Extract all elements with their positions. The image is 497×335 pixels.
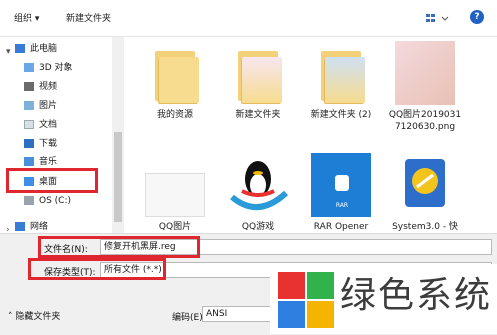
sidebar-item-videos[interactable]: 视频 [24, 79, 57, 95]
view-options-button[interactable] [424, 11, 452, 25]
chevron-down-icon: ▾ [6, 47, 11, 57]
sidebar-item-downloads[interactable]: 下载 [24, 136, 57, 152]
sidebar-item-label: 3D 对象 [39, 63, 73, 73]
file-item[interactable]: 新建文件夹 (2) [303, 41, 379, 141]
file-item[interactable]: QQ图片20190317120630.png [387, 41, 463, 141]
sidebar-item-label: OS (C:) [39, 196, 71, 206]
sidebar-item-documents[interactable]: 文档 [24, 117, 57, 133]
file-item[interactable]: QQ图片 [137, 153, 213, 233]
computer-icon [15, 44, 25, 53]
file-item[interactable]: QQ游戏 [220, 153, 296, 233]
chevron-up-icon: ˄ [8, 312, 13, 322]
watermark-text: 绿色系统 [340, 275, 493, 316]
highlight-filename [38, 236, 200, 258]
system-tool-icon [395, 153, 455, 217]
file-name: 我的资源 [156, 110, 193, 120]
sidebar-scrollbar[interactable] [112, 37, 124, 233]
file-list: 我的资源 新建文件夹 新建文件夹 (2) QQ图片20190317120630.… [125, 37, 497, 233]
file-name: QQ图片20190317120630.png [388, 110, 462, 132]
rar-opener-icon: RAR [311, 153, 371, 217]
sidebar-item-label: 图片 [39, 101, 58, 111]
navigation-pane: ▾ 此电脑 3D 对象 视频 图片 文档 下载 音乐 桌面 OS (C:) › 网络 [0, 37, 124, 235]
svg-text:RAR: RAR [336, 202, 348, 209]
image-thumbnail [145, 173, 205, 217]
folder-icon [145, 41, 205, 105]
music-icon [24, 157, 34, 166]
file-name: RAR Opener [313, 222, 369, 232]
picture-icon [24, 101, 34, 110]
file-item[interactable]: System3.0 - 快 [387, 153, 463, 233]
network-icon [15, 222, 25, 231]
sidebar-item-label: 音乐 [39, 157, 58, 167]
sidebar-item-label: 视频 [39, 82, 58, 92]
encoding-select[interactable]: ANSI [202, 306, 272, 322]
file-item[interactable]: 新建文件夹 [220, 41, 296, 141]
highlight-desktop [6, 168, 98, 193]
file-name: 新建文件夹 (2) [310, 110, 372, 120]
watermark: 绿色系统 [270, 264, 497, 334]
organize-button[interactable]: 组织 ▾ [14, 12, 39, 26]
file-name: 新建文件夹 [235, 110, 281, 120]
help-icon[interactable]: ? [470, 10, 484, 24]
sidebar-item-label: 此电脑 [30, 44, 58, 54]
cube-icon [24, 63, 34, 72]
encoding-label: 编码(E): [172, 313, 206, 323]
highlight-filetype [28, 258, 166, 280]
folder-icon [228, 41, 288, 105]
sidebar-item-label: 网络 [30, 222, 49, 232]
file-item[interactable]: 我的资源 [137, 41, 213, 141]
windows-logo-icon [278, 272, 334, 328]
view-grid-icon [426, 14, 449, 22]
sidebar-item-pictures[interactable]: 图片 [24, 98, 57, 114]
hide-folders-toggle[interactable]: ˄ 隐藏文件夹 [8, 309, 60, 322]
folder-icon [311, 41, 371, 105]
sidebar-item-3d-objects[interactable]: 3D 对象 [24, 60, 73, 76]
file-item[interactable]: RAR RAR Opener [303, 153, 379, 233]
video-icon [24, 82, 34, 91]
sidebar-item-os-c[interactable]: OS (C:) [24, 193, 71, 209]
chevron-right-icon: › [6, 225, 10, 235]
file-name: System3.0 - 快 [392, 222, 458, 232]
drive-icon [24, 196, 34, 205]
encoding-value: ANSI [206, 309, 228, 319]
sidebar-item-label: 文档 [39, 120, 58, 130]
penguin-game-icon [228, 153, 289, 217]
sidebar-item-this-pc[interactable]: ▾ 此电脑 [6, 41, 57, 57]
toolbar: 组织 ▾ 新建文件夹 ? [0, 0, 497, 37]
image-thumbnail [395, 41, 455, 105]
file-name: QQ图片 [158, 222, 192, 232]
document-icon [24, 120, 34, 129]
file-name: QQ游戏 [241, 222, 275, 232]
sidebar-item-label: 下载 [39, 139, 58, 149]
hide-folders-label: 隐藏文件夹 [15, 312, 61, 322]
new-folder-button[interactable]: 新建文件夹 [66, 12, 111, 26]
scrollbar-thumb[interactable] [114, 132, 122, 222]
download-icon [24, 139, 34, 148]
